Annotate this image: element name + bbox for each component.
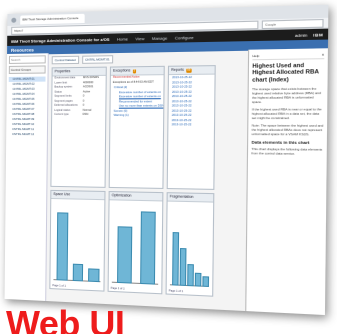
help-label: Help <box>252 53 260 59</box>
nav-home[interactable]: Home <box>117 36 128 41</box>
main-body: Search Control Groups CNTRL.MGMT.01 CNTR… <box>4 48 328 316</box>
panel-header: Space Use <box>51 190 105 201</box>
report-list: 2013-10-25-22 2013-10-25-22 2013-10-25-22 2… <box>168 75 214 127</box>
app-window: IBM Tivoli Storage Administration Consol… <box>4 4 329 316</box>
warning-group[interactable]: Warning (1) <box>110 113 163 118</box>
property-row: Current type DSN <box>52 113 105 118</box>
chart-bar <box>140 210 156 285</box>
panel-header: Fragmentation <box>167 193 214 203</box>
chart-bar <box>194 272 202 287</box>
properties-panel: Properties Environment data MVS DFSMS Lowe… <box>50 66 107 188</box>
fragmentation-panel: Fragmentation Page 1 of 1 <box>165 192 215 297</box>
product-title: IBM Tivoli Storage Administration Consol… <box>11 36 110 44</box>
optimization-title: Optimization <box>111 193 132 198</box>
exceptions-count-badge: 2 <box>132 68 137 73</box>
property-key: Current type <box>54 112 69 116</box>
pager[interactable]: Page 1 of 1 <box>52 284 101 289</box>
tree-item[interactable]: CNTRL.MGMT.12 <box>8 132 45 137</box>
content-area: Control Dataset CNTRL.MGMT.01 Properties… <box>46 48 328 316</box>
help-paragraph: The storage space that exists between th… <box>251 86 321 105</box>
resource-type-select[interactable]: Control Groups <box>8 65 46 74</box>
nav-view[interactable]: View <box>135 35 144 40</box>
chart-bar <box>56 212 69 281</box>
browser-tab[interactable]: IBM Tivoli Storage Administration Consol… <box>20 13 85 25</box>
chart-bar <box>116 226 133 284</box>
close-icon[interactable]: ✕ <box>321 53 324 57</box>
exceptions-title: Exceptions <box>113 68 131 73</box>
optimization-panel: Optimization Page 1 of 1 <box>107 191 164 295</box>
chart-bar <box>171 231 179 286</box>
optimization-chart <box>111 204 159 285</box>
space-use-title: Space Use <box>53 191 71 197</box>
pager[interactable]: Page 1 of 1 <box>169 289 210 294</box>
report-link[interactable]: 2013-10-25-22 <box>168 122 214 127</box>
pager[interactable]: Page 1 of 1 <box>111 287 159 292</box>
breadcrumb-item[interactable]: CNTRL.MGMT.01 <box>81 55 113 64</box>
user-menu[interactable]: admin <box>295 32 308 38</box>
reports-panel: Reports 99 2013-10-25-22 2013-10-25-22 201… <box>166 65 216 190</box>
browser-search-input[interactable]: Google <box>261 18 324 29</box>
chart-bar <box>187 264 194 287</box>
ibm-logo: IBM <box>313 31 324 38</box>
panel-header: Optimization <box>109 192 163 202</box>
chart-bar <box>179 247 187 286</box>
resource-sidebar: Search Control Groups CNTRL.MGMT.01 CNTR… <box>4 53 49 302</box>
reports-count-badge: 99 <box>186 68 192 73</box>
help-panel: Help ✕ Highest Used and Highest Allocate… <box>245 48 328 316</box>
help-paragraph: Note: The space between the highest used… <box>251 123 324 137</box>
chart-bar <box>202 276 210 288</box>
nav-configure[interactable]: Configure <box>175 34 194 40</box>
help-toolbar: Help ✕ <box>252 51 325 61</box>
exception-link[interactable]: Use no more than extents on DSN <box>111 103 163 108</box>
nav-manage[interactable]: Manage <box>152 35 167 41</box>
breadcrumb-item[interactable]: Control Dataset <box>51 55 79 65</box>
exception-link[interactable]: Excessive number of extents on <box>111 94 164 99</box>
properties-rows: Environment data MVS DFSMS Lower limit 4000… <box>52 76 106 118</box>
help-title: Highest Used and Highest Allocated RBA c… <box>252 62 319 84</box>
fragmentation-title: Fragmentation <box>169 194 194 200</box>
chart-bar <box>72 263 84 282</box>
fragmentation-chart <box>169 206 210 288</box>
property-value: DSN <box>82 112 89 116</box>
space-use-chart <box>53 203 101 283</box>
space-use-panel: Space Use Page 1 of 1 <box>49 189 106 292</box>
properties-title: Properties <box>54 69 71 74</box>
reports-title: Reports <box>171 67 184 72</box>
exceptions-panel: Exceptions 2 Recommended Action Exceptio… <box>108 65 165 189</box>
help-paragraph: If the highest used RBA is near or equal… <box>251 107 322 121</box>
help-paragraph: This chart displays the following data e… <box>251 147 323 157</box>
screenshot-stage: IBM Tivoli Storage Administration Consol… <box>0 0 337 334</box>
web-ui-caption: Web UI <box>6 303 125 334</box>
sidebar-search-input[interactable]: Search <box>8 55 46 64</box>
chart-bar <box>88 267 100 283</box>
browser-back-icon[interactable] <box>11 17 17 23</box>
header-right: admin IBM <box>295 31 324 37</box>
help-section-title: Data elements in this chart <box>251 139 310 146</box>
